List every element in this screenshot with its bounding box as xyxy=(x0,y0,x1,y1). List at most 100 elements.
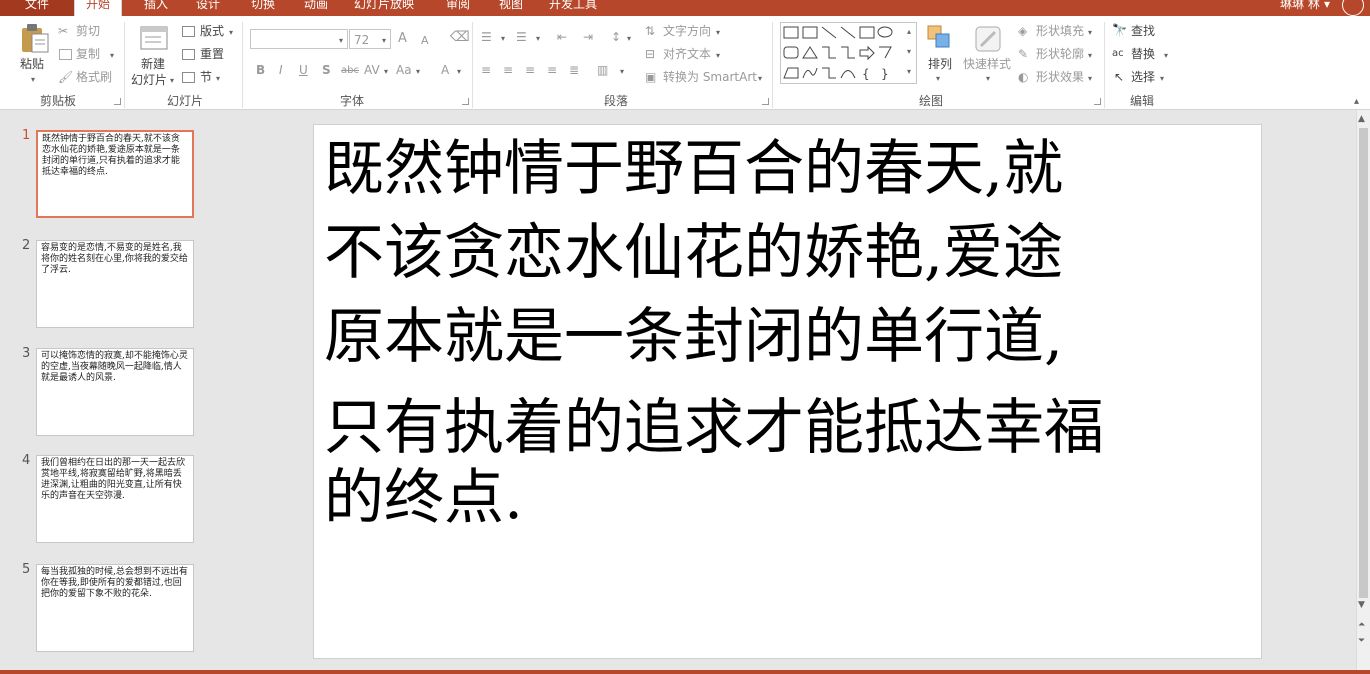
bullets-chevron-icon[interactable]: ▾ xyxy=(501,34,505,43)
change-case-chevron-icon[interactable]: ▾ xyxy=(416,67,420,76)
slide-thumbnail[interactable]: 我们曾相约在日出的那一天一起去欣赏地平线,将寂寞留给旷野,将黑暗丢进深渊,让粗曲… xyxy=(36,455,194,543)
paste-icon[interactable] xyxy=(20,22,50,54)
layout-button[interactable]: 版式 xyxy=(200,24,224,38)
new-slide-chevron-icon[interactable]: ▾ xyxy=(170,76,174,85)
tab-2[interactable]: 插入 xyxy=(136,0,176,16)
clear-format-icon[interactable]: ⌫ xyxy=(450,30,470,44)
find-button[interactable]: 查找 xyxy=(1131,24,1155,38)
tab-1[interactable]: 开始 xyxy=(74,0,122,16)
strikethrough-button[interactable]: abc xyxy=(341,64,359,78)
gallery-more-icon[interactable]: ▾ xyxy=(907,67,911,76)
slide-thumbnail[interactable]: 可以掩饰恋情的寂寞,却不能掩饰心灵的空虚,当夜幕随晚风一起降临,情人就是最诱人的… xyxy=(36,348,194,436)
columns-chevron-icon[interactable]: ▾ xyxy=(620,67,624,76)
shape-fill-button[interactable]: 形状填充 xyxy=(1036,24,1084,38)
numbering-chevron-icon[interactable]: ▾ xyxy=(536,34,540,43)
tab-6[interactable]: 幻灯片放映 xyxy=(349,0,419,16)
line-spacing-icon[interactable]: ↕ xyxy=(611,30,621,44)
gallery-scroll-up-icon[interactable]: ▴ xyxy=(907,27,911,36)
next-slide-icon[interactable]: ⏷ xyxy=(1358,636,1365,646)
current-slide[interactable]: 既然钟情于野百合的春天,就 不该贪恋水仙花的娇艳,爱途 原本就是一条封闭的单行道… xyxy=(313,124,1262,659)
new-slide-button[interactable]: 新建 xyxy=(141,57,165,71)
justify-icon[interactable]: ≡ xyxy=(547,63,557,77)
font-color-button[interactable]: A xyxy=(441,63,449,77)
quick-styles-chevron-icon[interactable]: ▾ xyxy=(986,74,990,83)
format-painter-button[interactable]: 格式刷 xyxy=(76,70,112,84)
shape-outline-button[interactable]: 形状轮廓 xyxy=(1036,47,1084,61)
paragraph-dialog-launcher-icon[interactable] xyxy=(762,98,769,105)
reset-button[interactable]: 重置 xyxy=(200,47,224,61)
new-slide-button-line2[interactable]: 幻灯片 xyxy=(131,73,167,87)
user-avatar[interactable] xyxy=(1342,0,1364,16)
previous-slide-icon[interactable]: ⏶ xyxy=(1358,620,1365,630)
numbering-icon[interactable]: ☰ xyxy=(516,30,527,44)
change-case-button[interactable]: Aa xyxy=(396,63,412,77)
copy-chevron-icon[interactable]: ▾ xyxy=(110,51,114,60)
font-color-chevron-icon[interactable]: ▾ xyxy=(457,67,461,76)
scroll-down-icon[interactable]: ▼ xyxy=(1358,600,1365,610)
slide-thumbnail[interactable]: 容易变的是恋情,不易变的是姓名,我将你的姓名刻在心里,你将我的爱交给了浮云. xyxy=(36,240,194,328)
align-text-chevron-icon[interactable]: ▾ xyxy=(716,51,720,60)
arrange-button[interactable]: 排列 xyxy=(928,57,952,71)
drawing-dialog-launcher-icon[interactable] xyxy=(1094,98,1101,105)
tab-3[interactable]: 设计 xyxy=(188,0,228,16)
shape-outline-chevron-icon[interactable]: ▾ xyxy=(1088,51,1092,60)
character-spacing-chevron-icon[interactable]: ▾ xyxy=(384,67,388,76)
font-dialog-launcher-icon[interactable] xyxy=(462,98,469,105)
tab-7[interactable]: 审阅 xyxy=(438,0,478,16)
section-chevron-icon[interactable]: ▾ xyxy=(216,74,220,83)
grow-font-button[interactable]: A xyxy=(398,32,407,46)
bullets-icon[interactable]: ☰ xyxy=(481,30,492,44)
scrollbar-thumb[interactable] xyxy=(1359,128,1368,598)
character-spacing-button[interactable]: AV xyxy=(364,63,380,77)
shape-fill-chevron-icon[interactable]: ▾ xyxy=(1088,28,1092,37)
font-name-input[interactable] xyxy=(250,29,348,49)
text-shadow-button[interactable]: S xyxy=(322,63,331,77)
clipboard-dialog-launcher-icon[interactable] xyxy=(114,98,121,105)
tab-9[interactable]: 开发工具 xyxy=(543,0,603,16)
shape-effects-chevron-icon[interactable]: ▾ xyxy=(1088,74,1092,83)
arrange-icon[interactable] xyxy=(926,24,954,54)
scroll-up-icon[interactable]: ▲ xyxy=(1358,114,1365,124)
layout-chevron-icon[interactable]: ▾ xyxy=(229,28,233,37)
tab-4[interactable]: 切换 xyxy=(243,0,283,16)
cut-button[interactable]: 剪切 xyxy=(76,24,100,38)
section-button[interactable]: 节 xyxy=(200,70,212,84)
smartart-chevron-icon[interactable]: ▾ xyxy=(758,74,762,83)
slide-text-box[interactable]: 既然钟情于野百合的春天,就 不该贪恋水仙花的娇艳,爱途 原本就是一条封闭的单行道… xyxy=(324,127,1254,533)
select-button[interactable]: 选择 xyxy=(1131,70,1155,84)
underline-button[interactable]: U xyxy=(299,63,308,77)
tab-5[interactable]: 动画 xyxy=(296,0,336,16)
replace-chevron-icon[interactable]: ▾ xyxy=(1164,51,1168,60)
slide-thumbnail[interactable]: 既然钟情于野百合的春天,就不该贪恋水仙花的娇艳,爱途原本就是一条封闭的单行道,只… xyxy=(36,130,194,218)
collapse-ribbon-icon[interactable]: ▴ xyxy=(1354,96,1359,107)
arrange-chevron-icon[interactable]: ▾ xyxy=(936,74,940,83)
align-left-icon[interactable]: ≡ xyxy=(481,63,491,77)
tab-0[interactable]: 文件 xyxy=(0,0,74,16)
convert-smartart-button[interactable]: 转换为 SmartArt xyxy=(663,70,757,84)
slide-thumbnail[interactable]: 每当我孤独的时候,总会想到不远出有你在等我,即使所有的爱都错过,也回把你的爱留下… xyxy=(36,564,194,652)
align-right-icon[interactable]: ≡ xyxy=(525,63,535,77)
increase-indent-icon[interactable]: ⇥ xyxy=(583,30,593,44)
font-size-chevron-icon[interactable]: ▾ xyxy=(382,36,386,45)
paste-button[interactable]: 粘贴 xyxy=(20,57,44,71)
quick-styles-button[interactable]: 快速样式 xyxy=(963,57,1011,71)
tab-8[interactable]: 视图 xyxy=(491,0,531,16)
copy-button[interactable]: 复制 xyxy=(76,47,100,61)
new-slide-icon[interactable] xyxy=(139,24,169,52)
distributed-icon[interactable]: ≣ xyxy=(569,63,579,77)
replace-button[interactable]: 替换 xyxy=(1131,47,1155,61)
font-name-chevron-icon[interactable]: ▾ xyxy=(339,36,343,45)
decrease-indent-icon[interactable]: ⇤ xyxy=(557,30,567,44)
align-center-icon[interactable]: ≡ xyxy=(503,63,513,77)
shapes-gallery[interactable]: { } ▴ ▾ ▾ xyxy=(780,22,917,84)
columns-icon[interactable]: ▥ xyxy=(597,63,608,77)
gallery-scroll-down-icon[interactable]: ▾ xyxy=(907,47,911,56)
line-spacing-chevron-icon[interactable]: ▾ xyxy=(627,34,631,43)
italic-button[interactable]: I xyxy=(279,63,283,77)
user-name[interactable]: 琳琳 林 xyxy=(1280,0,1320,10)
text-direction-chevron-icon[interactable]: ▾ xyxy=(716,28,720,37)
quick-styles-icon[interactable] xyxy=(973,24,1003,54)
align-text-button[interactable]: 对齐文本 xyxy=(663,47,711,61)
shrink-font-button[interactable]: A xyxy=(421,34,429,48)
select-chevron-icon[interactable]: ▾ xyxy=(1160,74,1164,83)
